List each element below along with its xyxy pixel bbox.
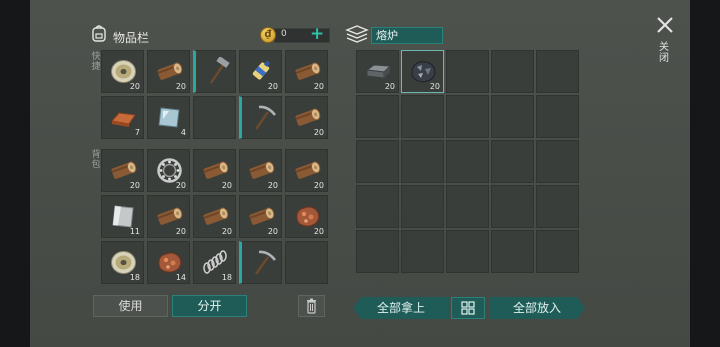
hammer-icon xyxy=(203,56,232,86)
split-button[interactable]: 分开 xyxy=(172,295,247,317)
close-label[interactable]: 关闭 xyxy=(658,42,670,64)
pickaxe-icon xyxy=(249,248,278,277)
item-quantity: 20 xyxy=(429,82,440,91)
quick-slot[interactable]: 20 xyxy=(285,96,328,139)
furnace-slot[interactable] xyxy=(446,185,489,228)
item-quantity: 18 xyxy=(129,273,140,282)
trash-button[interactable] xyxy=(298,295,325,317)
furnace-slot[interactable] xyxy=(491,185,534,228)
glass-pane-icon xyxy=(155,103,184,132)
backpack-slot[interactable]: 20 xyxy=(147,195,190,238)
game-screen: 物品栏 ₫ 0 + 快捷 背包 20 20 20 20 7 4 20 20 20 20 20 20 1… xyxy=(0,0,720,347)
quick-slot[interactable] xyxy=(239,96,282,139)
pickaxe-icon xyxy=(249,103,278,132)
item-quantity: 20 xyxy=(384,82,395,91)
quick-slot[interactable]: 20 xyxy=(101,50,144,93)
quick-slot[interactable]: 20 xyxy=(285,50,328,93)
sort-button[interactable] xyxy=(451,297,485,319)
backpack-slot[interactable]: 20 xyxy=(239,195,282,238)
furnace-slot[interactable]: 20 xyxy=(356,50,399,93)
item-quantity: 20 xyxy=(313,82,324,91)
item-quantity: 20 xyxy=(267,82,278,91)
backpack-slot[interactable]: 20 xyxy=(147,149,190,192)
furnace-slot[interactable] xyxy=(356,140,399,183)
quick-slot[interactable]: 20 xyxy=(239,50,282,93)
furnace-slot[interactable] xyxy=(356,230,399,273)
copper-ingot-icon xyxy=(109,103,138,132)
item-quantity: 20 xyxy=(129,181,140,190)
coin-count: 0 xyxy=(281,29,287,39)
quick-bar-label: 快捷 xyxy=(91,52,101,72)
item-quantity: 20 xyxy=(267,227,278,236)
backpack-icon xyxy=(92,25,106,42)
furnace-title: 熔炉 xyxy=(371,27,443,44)
put-all-button[interactable]: 全部放入 xyxy=(489,297,585,319)
item-quantity: 20 xyxy=(175,227,186,236)
quick-slot[interactable] xyxy=(193,96,236,139)
quick-slot[interactable]: 20 xyxy=(147,50,190,93)
backpack-slot[interactable] xyxy=(239,241,282,284)
furnace-slot[interactable] xyxy=(491,140,534,183)
backpack-slot[interactable]: 14 xyxy=(147,241,190,284)
backpack-slot[interactable]: 20 xyxy=(285,195,328,238)
item-quantity: 20 xyxy=(221,181,232,190)
left-margin xyxy=(0,0,30,347)
furnace-slot[interactable]: 20 xyxy=(401,50,444,93)
item-quantity: 20 xyxy=(175,82,186,91)
furnace-slot[interactable] xyxy=(536,185,579,228)
backpack-slot[interactable]: 20 xyxy=(285,149,328,192)
backpack-slot[interactable]: 20 xyxy=(101,149,144,192)
use-button[interactable]: 使用 xyxy=(93,295,168,317)
furnace-slot[interactable] xyxy=(446,95,489,138)
furnace-slot[interactable] xyxy=(536,230,579,273)
backpack-slot[interactable] xyxy=(285,241,328,284)
item-quantity: 20 xyxy=(267,181,278,190)
item-quantity: 4 xyxy=(180,128,186,137)
furnace-slot[interactable] xyxy=(446,50,489,93)
item-quantity: 20 xyxy=(175,181,186,190)
backpack-slot[interactable]: 20 xyxy=(193,195,236,238)
backpack-slot[interactable]: 18 xyxy=(193,241,236,284)
item-quantity: 14 xyxy=(175,273,186,282)
backpack-slot[interactable]: 20 xyxy=(239,149,282,192)
take-all-button[interactable]: 全部拿上 xyxy=(353,297,449,319)
trash-icon xyxy=(307,298,316,314)
item-quantity: 18 xyxy=(221,273,232,282)
backpack-label: 背包 xyxy=(91,150,101,170)
furnace-slot[interactable] xyxy=(446,230,489,273)
item-quantity: 7 xyxy=(134,128,140,137)
backpack-slot[interactable]: 11 xyxy=(101,195,144,238)
furnace-slot[interactable] xyxy=(401,230,444,273)
quick-slot[interactable]: 7 xyxy=(101,96,144,139)
furnace-slot[interactable] xyxy=(356,185,399,228)
furnace-slot[interactable] xyxy=(356,95,399,138)
item-quantity: 20 xyxy=(313,128,324,137)
backpack-slot[interactable]: 20 xyxy=(193,149,236,192)
item-quantity: 20 xyxy=(313,181,324,190)
furnace-slot[interactable] xyxy=(491,95,534,138)
add-coins-button[interactable]: + xyxy=(310,25,324,43)
furnace-slot[interactable] xyxy=(536,50,579,93)
right-margin xyxy=(690,0,720,347)
furnace-icon xyxy=(345,25,369,43)
close-icon[interactable] xyxy=(654,14,676,36)
item-quantity: 20 xyxy=(221,227,232,236)
furnace-slot[interactable] xyxy=(536,140,579,183)
furnace-slot[interactable] xyxy=(536,95,579,138)
furnace-slot[interactable] xyxy=(446,140,489,183)
furnace-slot[interactable] xyxy=(401,185,444,228)
item-quantity: 20 xyxy=(129,82,140,91)
inventory-title: 物品栏 xyxy=(113,31,150,45)
item-quantity: 11 xyxy=(129,227,140,236)
coin-icon: ₫ xyxy=(260,27,276,43)
quick-slot[interactable]: 4 xyxy=(147,96,190,139)
furnace-slot[interactable] xyxy=(401,95,444,138)
item-quantity: 20 xyxy=(313,227,324,236)
furnace-slot[interactable] xyxy=(491,50,534,93)
grid-sort-icon xyxy=(461,301,475,315)
backpack-slot[interactable]: 18 xyxy=(101,241,144,284)
quick-slot[interactable] xyxy=(193,50,236,93)
furnace-slot[interactable] xyxy=(491,230,534,273)
furnace-slot[interactable] xyxy=(401,140,444,183)
